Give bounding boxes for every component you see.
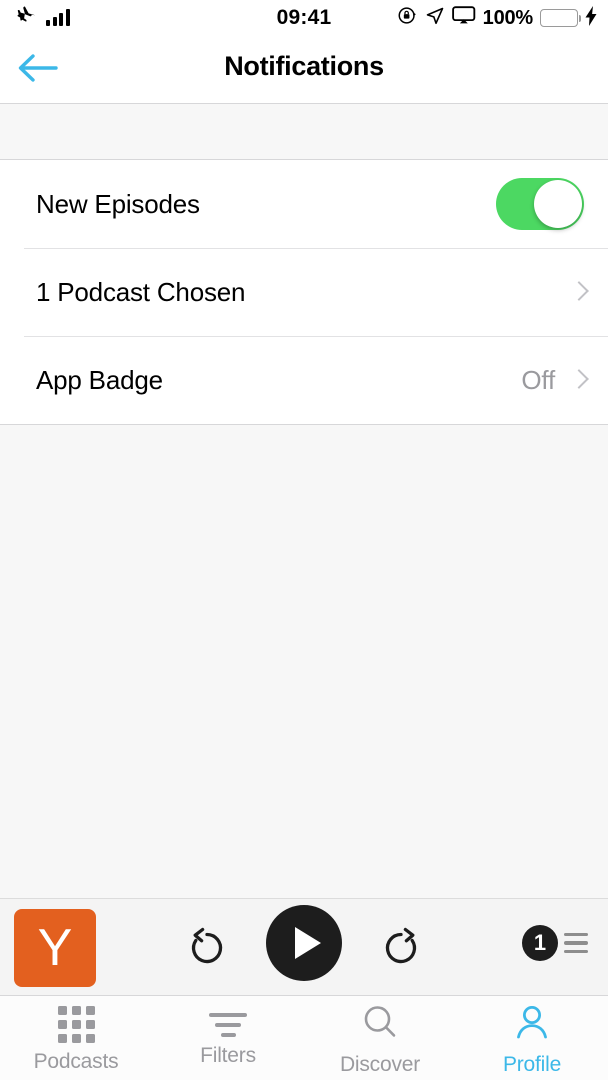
search-icon (361, 1003, 399, 1046)
toggle-knob (534, 180, 582, 228)
tab-filters[interactable]: Filters (152, 996, 304, 1080)
skip-forward-icon (375, 927, 427, 978)
tab-discover[interactable]: Discover (304, 996, 456, 1080)
lightning-bolt-icon (585, 5, 598, 31)
settings-row-label: App Badge (36, 364, 163, 395)
settings-row-new-episodes[interactable]: New Episodes (0, 160, 608, 248)
settings-row-accessory (555, 281, 584, 303)
skip-forward-button[interactable] (375, 922, 427, 974)
queue-list-icon (564, 932, 588, 954)
settings-row-label: 1 Podcast Chosen (36, 276, 246, 307)
filters-icon (209, 1012, 247, 1037)
status-bar: 09:41 100% (0, 0, 608, 36)
settings-row-app-badge[interactable]: App Badge Off (0, 336, 608, 424)
tab-label: Podcasts (33, 1050, 119, 1073)
now-playing-artwork[interactable]: Y (14, 909, 96, 987)
rotation-lock-icon (397, 5, 418, 31)
tab-podcasts[interactable]: Podcasts (0, 996, 152, 1080)
battery-icon (540, 9, 581, 27)
settings-row-accessory: Off (521, 365, 584, 396)
new-episodes-toggle[interactable] (496, 178, 584, 230)
tab-label: Discover (339, 1053, 421, 1076)
settings-row-value: Off (521, 364, 555, 395)
queue-button[interactable]: 1 (522, 925, 588, 961)
play-icon (294, 927, 321, 959)
navigation-bar: Notifications (0, 36, 608, 104)
artwork-letter: Y (37, 919, 73, 977)
skip-back-button[interactable] (181, 922, 233, 974)
grid-icon (57, 1006, 95, 1043)
bottom-tab-bar: Podcasts Filters Discover Profile (0, 995, 608, 1080)
app-screen: 09:41 100% Notifications New Episodes 1 … (0, 0, 608, 1080)
settings-row-label: New Episodes (36, 188, 200, 219)
chevron-right-icon (571, 281, 584, 303)
queue-count-badge: 1 (522, 925, 558, 961)
settings-row-accessory (496, 178, 584, 230)
chevron-right-icon (571, 369, 584, 391)
location-arrow-icon (425, 6, 445, 31)
tab-label: Profile (502, 1053, 562, 1076)
battery-percent-label: 100% (482, 6, 534, 29)
settings-list: New Episodes 1 Podcast Chosen App Badge … (0, 160, 608, 425)
play-button[interactable] (266, 905, 342, 981)
tab-label: Filters (200, 1043, 256, 1067)
skip-back-icon (181, 927, 233, 978)
settings-row-podcast-chosen[interactable]: 1 Podcast Chosen (0, 248, 608, 336)
person-icon (513, 1003, 551, 1046)
tab-profile[interactable]: Profile (456, 996, 608, 1080)
page-title: Notifications (224, 51, 384, 81)
status-bar-right: 100% (397, 5, 598, 31)
airplay-screen-icon (451, 5, 476, 31)
section-spacer (0, 104, 608, 160)
